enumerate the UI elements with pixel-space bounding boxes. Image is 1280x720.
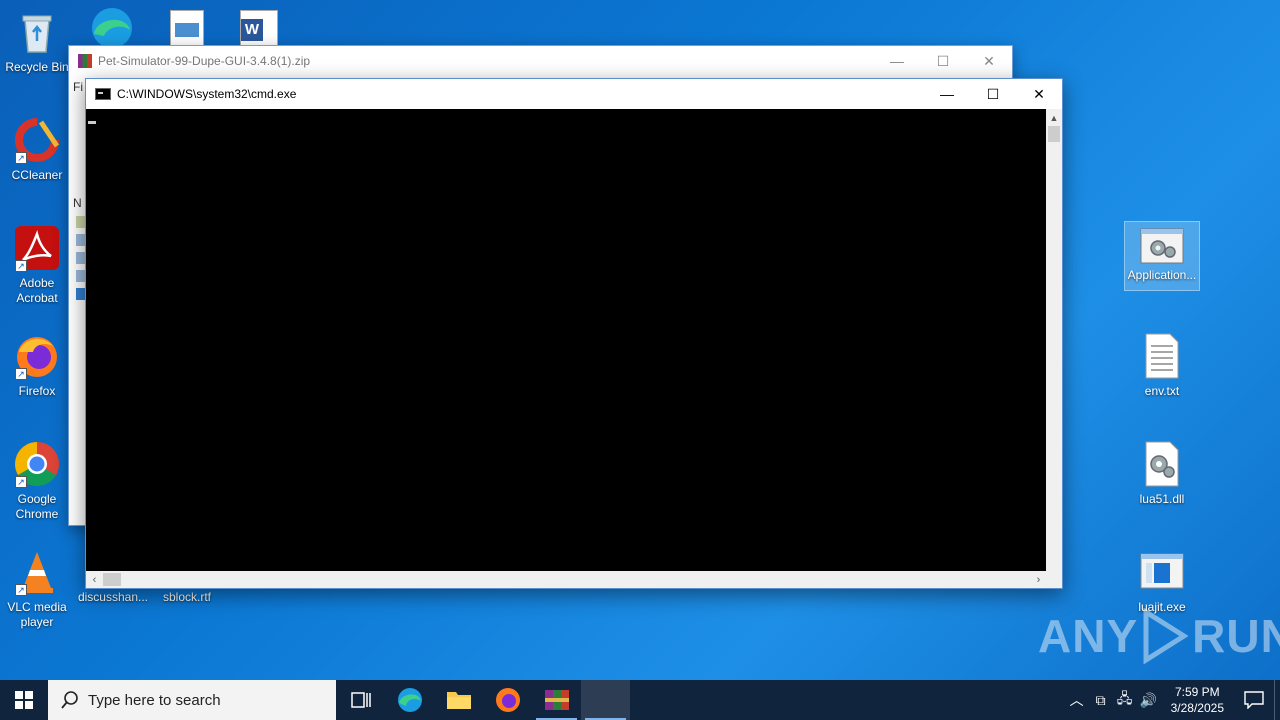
- task-view-icon: [350, 692, 371, 708]
- clock-time: 7:59 PM: [1174, 685, 1220, 699]
- desktop-icon-vlc[interactable]: ↗ VLC media player: [0, 548, 74, 630]
- exe-window-icon: [1138, 548, 1186, 596]
- cmd-window[interactable]: C:\WINDOWS\system32\cmd.exe — ☐ ✕ ▲ ‹ ›: [85, 78, 1063, 589]
- desktop-icon-lua51-dll[interactable]: lua51.dll: [1125, 440, 1199, 507]
- edge-icon: [397, 688, 422, 712]
- notification-icon: [1244, 691, 1264, 709]
- desktop-icon-env-txt[interactable]: env.txt: [1125, 332, 1199, 399]
- vlc-icon: ↗: [13, 548, 61, 596]
- desktop-icon-recycle-bin[interactable]: Recycle Bin: [0, 8, 74, 75]
- scroll-up-arrow-icon[interactable]: ▲: [1046, 109, 1062, 126]
- task-view-button[interactable]: [336, 680, 385, 720]
- shortcut-arrow-icon: ↗: [15, 368, 27, 380]
- cmd-icon: [95, 88, 111, 100]
- watermark-right: RUN: [1192, 610, 1280, 662]
- winrar-title: Pet-Simulator-99-Dupe-GUI-3.4.8(1).zip: [98, 54, 311, 68]
- network-icon[interactable]: 🖧: [1113, 680, 1137, 720]
- volume-icon[interactable]: 🔊: [1137, 680, 1161, 720]
- desktop-icon-sblock[interactable]: sblock.rtf: [150, 590, 224, 605]
- winrar-icon: [78, 54, 92, 68]
- dll-gear-icon: [1138, 440, 1186, 488]
- desktop-icon-discusshan[interactable]: discusshan...: [76, 590, 150, 605]
- desktop-icon-google-chrome[interactable]: ↗ Google Chrome: [0, 440, 74, 522]
- scroll-left-arrow-icon[interactable]: ‹: [86, 571, 103, 588]
- text-file-icon: [1138, 332, 1186, 380]
- cmd-close-button[interactable]: ✕: [1016, 79, 1062, 109]
- desktop-icon-label: VLC media player: [7, 600, 67, 629]
- desktop-icon-application[interactable]: Application...: [1124, 221, 1200, 291]
- taskbar-cmd-button[interactable]: [581, 680, 630, 720]
- word-doc-desktop-icon[interactable]: W: [240, 10, 278, 48]
- show-desktop-button[interactable]: [1274, 680, 1280, 720]
- desktop-icon-label: discusshan...: [77, 590, 149, 604]
- taskbar-winrar-button[interactable]: [532, 680, 581, 720]
- text-cursor: [88, 121, 96, 124]
- horizontal-scroll-thumb[interactable]: [103, 573, 121, 586]
- taskbar-clock[interactable]: 7:59 PM 3/28/2025: [1161, 684, 1234, 716]
- cmd-titlebar[interactable]: C:\WINDOWS\system32\cmd.exe: [86, 79, 1062, 109]
- taskbar-edge-button[interactable]: [385, 680, 434, 720]
- desktop-icon-label: sblock.rtf: [162, 590, 211, 604]
- shortcut-arrow-icon: ↗: [15, 260, 27, 272]
- anyrun-watermark: ANY RUN: [1038, 608, 1280, 664]
- cmd-title: C:\WINDOWS\system32\cmd.exe: [117, 87, 297, 101]
- desktop-icon-label: Firefox: [18, 384, 56, 398]
- scroll-corner: [1046, 571, 1062, 588]
- desktop-icon-label: Recycle Bin: [5, 60, 69, 74]
- firefox-icon: ↗: [13, 332, 61, 380]
- taskbar-file-explorer-button[interactable]: [434, 680, 483, 720]
- clock-date: 3/28/2025: [1170, 701, 1224, 715]
- start-button[interactable]: [0, 680, 48, 720]
- desktop-icon-label: lua51.dll: [1139, 492, 1185, 506]
- desktop-icon-adobe-acrobat[interactable]: ↗ Adobe Acrobat: [0, 224, 74, 306]
- system-tray: ︿ ⧉ 🖧 🔊 7:59 PM 3/28/2025: [1065, 680, 1280, 720]
- shortcut-arrow-icon: ↗: [15, 584, 27, 596]
- shortcut-arrow-icon: ↗: [15, 476, 27, 488]
- shortcut-arrow-icon: ↗: [15, 152, 27, 164]
- desktop: Recycle Bin ↗ CCleaner ↗ Adobe Acrobat ↗…: [0, 0, 1280, 680]
- winrar-close-button[interactable]: ✕: [966, 46, 1012, 76]
- winrar-menu-fragment[interactable]: Fi: [73, 80, 85, 94]
- cmd-maximize-button[interactable]: ☐: [970, 79, 1016, 109]
- recycle-bin-icon: [13, 8, 61, 56]
- notification-button[interactable]: [1234, 680, 1274, 720]
- windows-logo-icon: [15, 691, 33, 709]
- firefox-icon: [495, 688, 520, 712]
- watermark-left: ANY: [1038, 610, 1139, 662]
- console-output[interactable]: [86, 109, 1047, 572]
- desktop-icon-label: CCleaner: [11, 168, 63, 182]
- search-icon: [61, 691, 78, 709]
- winrar-minimize-button[interactable]: —: [874, 46, 920, 76]
- tray-overflow-chevron-icon[interactable]: ︿: [1065, 680, 1089, 720]
- application-gear-icon: [1140, 228, 1184, 264]
- vertical-scroll-thumb[interactable]: [1048, 126, 1060, 142]
- taskbar-firefox-button[interactable]: [483, 680, 532, 720]
- scroll-right-arrow-icon[interactable]: ›: [1030, 571, 1047, 588]
- winrar-maximize-button[interactable]: ☐: [920, 46, 966, 76]
- folder-icon: [446, 692, 471, 709]
- desktop-icon-firefox[interactable]: ↗ Firefox: [0, 332, 74, 399]
- play-logo-icon: [1143, 608, 1189, 664]
- desktop-icon-label: env.txt: [1144, 384, 1180, 398]
- search-placeholder: Type here to search: [88, 691, 221, 709]
- desktop-icon-luajit-exe[interactable]: luajit.exe: [1125, 548, 1199, 615]
- taskbar: Type here to search ︿ ⧉ 🖧 🔊 7:59 PM 3/28…: [0, 680, 1280, 720]
- cmd-minimize-button[interactable]: —: [924, 79, 970, 109]
- taskbar-search-box[interactable]: Type here to search: [48, 680, 336, 720]
- vertical-scrollbar[interactable]: ▲: [1046, 109, 1062, 572]
- desktop-icon-label: Google Chrome: [15, 492, 59, 521]
- chrome-icon: ↗: [13, 440, 61, 488]
- tray-device-icon[interactable]: ⧉: [1089, 680, 1113, 720]
- ccleaner-icon: ↗: [13, 116, 61, 164]
- acrobat-icon: ↗: [13, 224, 61, 272]
- horizontal-scrollbar[interactable]: ‹ ›: [86, 571, 1047, 588]
- edge-desktop-icon[interactable]: [86, 4, 138, 48]
- desktop-icon-ccleaner[interactable]: ↗ CCleaner: [0, 116, 74, 183]
- desktop-icon-label: Application...: [1127, 268, 1197, 282]
- image-file-desktop-icon[interactable]: [170, 10, 204, 48]
- winrar-titlebar[interactable]: Pet-Simulator-99-Dupe-GUI-3.4.8(1).zip: [69, 46, 1012, 76]
- winrar-column-fragment: N: [73, 196, 82, 210]
- winrar-icon: [544, 690, 569, 710]
- desktop-icon-label: Adobe Acrobat: [16, 276, 58, 305]
